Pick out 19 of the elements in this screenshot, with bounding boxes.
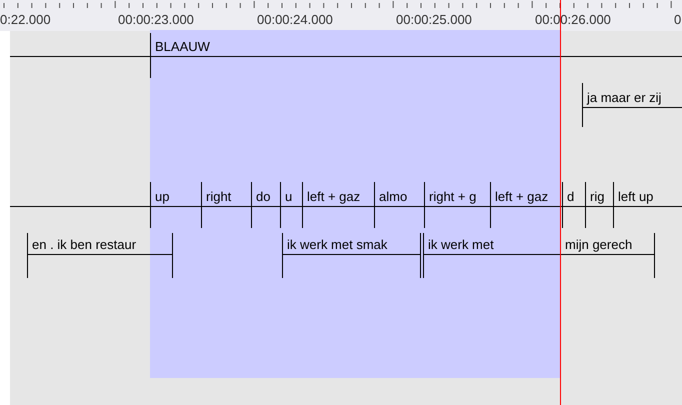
time-label: 00:00:23.000 [118, 12, 194, 28]
annotation[interactable]: right + g [424, 182, 490, 228]
annotation[interactable]: left + gaz [302, 182, 374, 228]
annotation[interactable]: left up [613, 182, 682, 228]
annotation[interactable]: up [150, 182, 201, 228]
annotation[interactable]: u [280, 182, 302, 228]
time-label: 0 [674, 12, 682, 28]
annotation[interactable]: BLAAUW [150, 33, 682, 78]
annotation[interactable]: right [201, 182, 251, 228]
annotation[interactable]: en . ik ben restaur [27, 233, 173, 278]
annotation[interactable]: ik werk met smak [282, 233, 421, 278]
time-label: 00:00:25.000 [396, 12, 472, 28]
time-label: 0:22.000 [0, 12, 51, 28]
annotation[interactable]: almo [374, 182, 424, 228]
annotation[interactable]: d [562, 182, 585, 228]
annotation[interactable]: rig [585, 182, 613, 228]
annotation[interactable]: do [251, 182, 280, 228]
time-label: 00:00:24.000 [257, 12, 333, 28]
annotation[interactable]: ja maar er zij [582, 83, 682, 127]
